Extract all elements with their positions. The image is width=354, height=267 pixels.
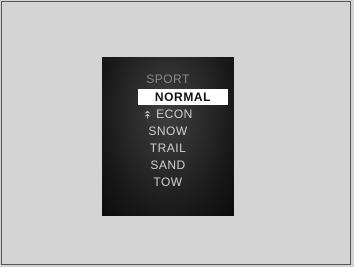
econ-leaf-icon: [143, 110, 152, 119]
drive-mode-label: ECON: [156, 107, 193, 121]
drive-mode-label: TRAIL: [149, 141, 187, 155]
drive-mode-snow[interactable]: SNOW: [102, 123, 234, 140]
drive-mode-trail[interactable]: TRAIL: [102, 140, 234, 157]
drive-mode-sport[interactable]: SPORT: [102, 71, 234, 88]
drive-mode-econ[interactable]: ECON: [102, 106, 234, 123]
drive-mode-list: SPORT NORMAL ECON SNOW TRAIL SAND TOW: [102, 71, 234, 191]
drive-mode-sand[interactable]: SAND: [102, 157, 234, 174]
drive-mode-label: SAND: [150, 158, 186, 172]
drive-mode-tow[interactable]: TOW: [102, 174, 234, 191]
drive-mode-display: SPORT NORMAL ECON SNOW TRAIL SAND TOW: [102, 57, 234, 216]
drive-mode-label: SPORT: [146, 72, 190, 86]
figure-frame: SPORT NORMAL ECON SNOW TRAIL SAND TOW: [1, 1, 351, 265]
drive-mode-label: NORMAL: [154, 90, 212, 104]
drive-mode-label: TOW: [153, 175, 183, 189]
drive-mode-label: SNOW: [148, 124, 188, 138]
drive-mode-normal[interactable]: NORMAL: [138, 89, 228, 105]
